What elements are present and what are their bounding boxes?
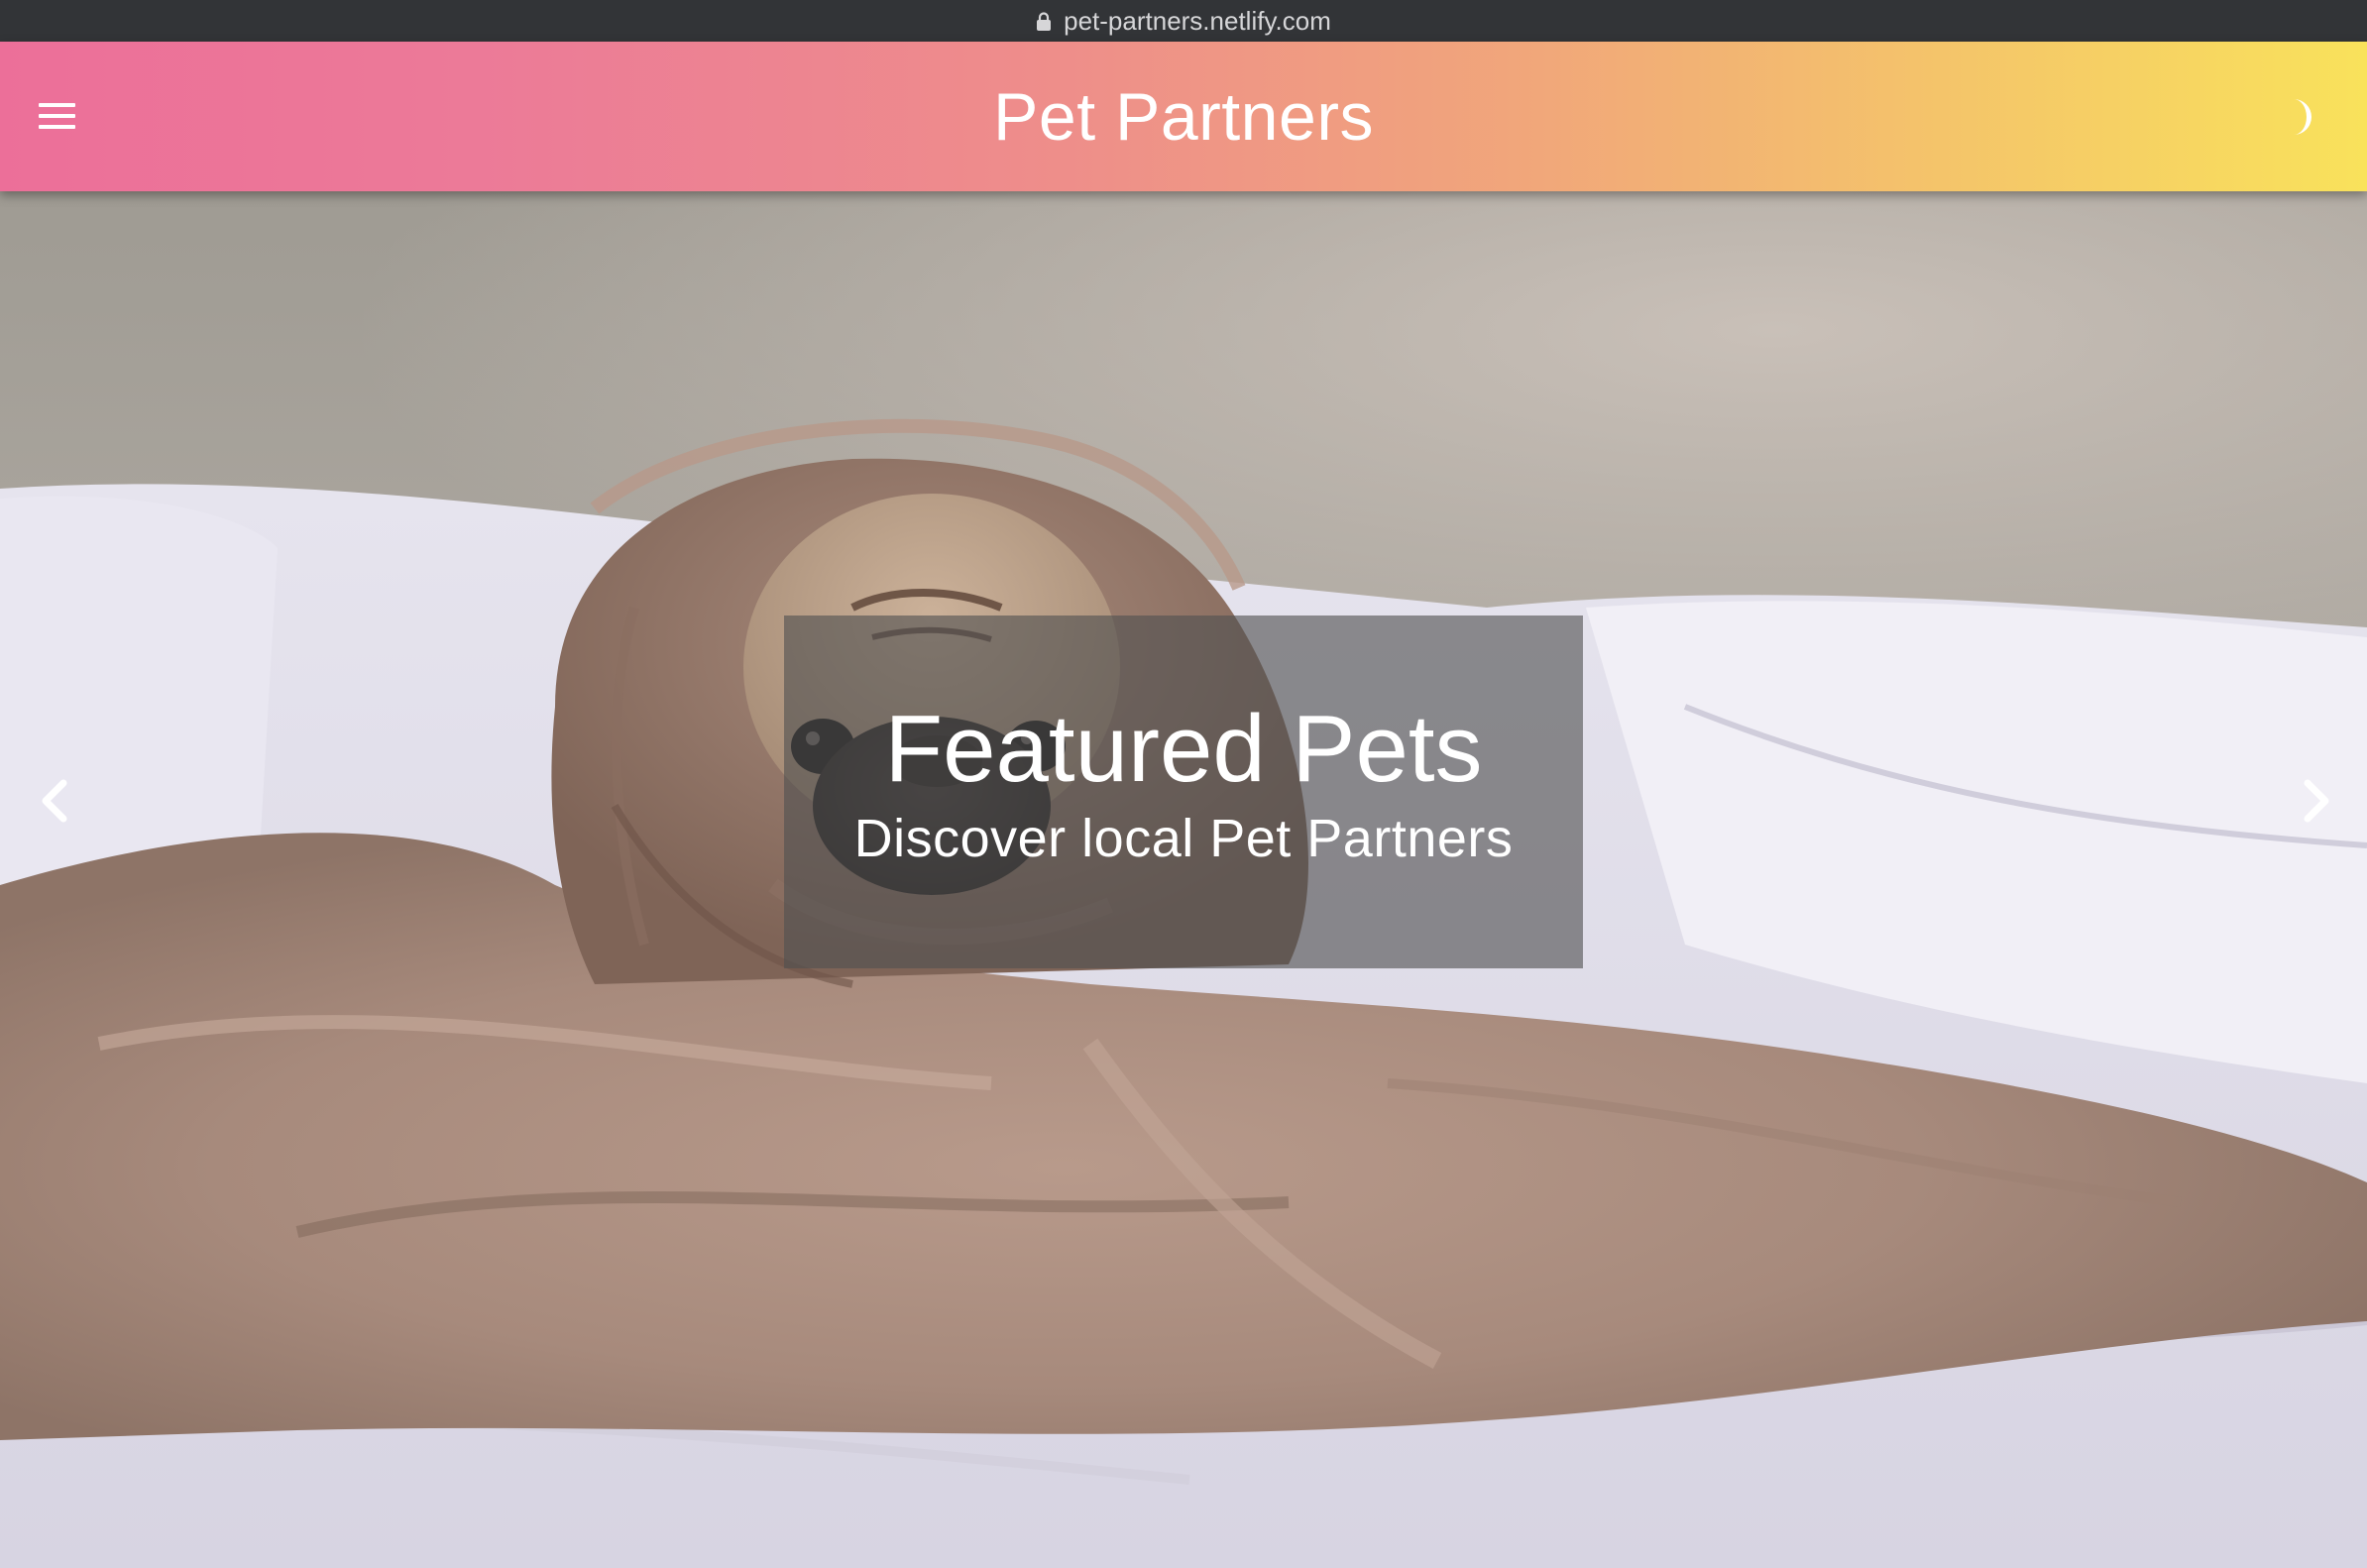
moon-icon[interactable] [2276, 93, 2323, 141]
hero-subheading: Discover local Pet Partners [853, 809, 1514, 868]
app-header: Pet Partners [0, 42, 2367, 191]
hero-caption: Featured Pets Discover local Pet Partner… [784, 616, 1583, 968]
chevron-right-icon[interactable] [2286, 761, 2345, 840]
featured-pets-carousel: Featured Pets Discover local Pet Partner… [0, 191, 2367, 1568]
hero-heading: Featured Pets [884, 696, 1483, 802]
browser-url-bar[interactable]: pet-partners.netlify.com [0, 0, 2367, 42]
url-text: pet-partners.netlify.com [1064, 5, 1331, 36]
lock-icon [1037, 12, 1052, 31]
chevron-left-icon[interactable] [26, 761, 85, 840]
app-title: Pet Partners [993, 78, 1374, 155]
